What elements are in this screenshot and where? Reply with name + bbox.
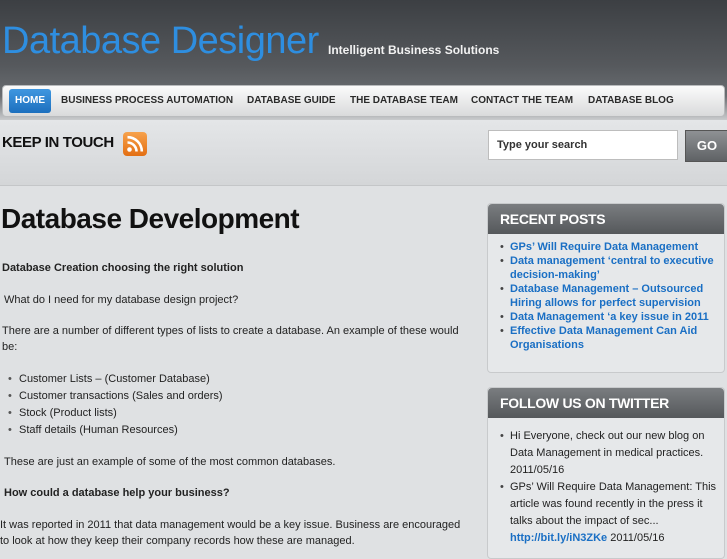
content-intro: There are a number of different types of… [2, 325, 459, 353]
list-item: GPs’ Will Require Data Management [500, 240, 718, 254]
recent-post-link[interactable]: Data Management ‘a key issue in 2011 [510, 311, 709, 323]
tweet-date: 2011/05/16 [610, 532, 665, 544]
search-go-button[interactable]: GO [685, 130, 727, 162]
nav-database-blog[interactable]: DATABASE BLOG [588, 86, 674, 116]
list-item: Effective Data Management Can Aid Organi… [500, 324, 718, 352]
content-subheading: Database Creation choosing the right sol… [2, 262, 244, 274]
recent-post-link[interactable]: GPs’ Will Require Data Management [510, 241, 698, 253]
tweet-text: GPs’ Will Require Data Management: This … [510, 481, 717, 527]
list-item: Data Management ‘a key issue in 2011 [500, 310, 718, 324]
keep-in-touch-label: KEEP IN TOUCH [2, 134, 114, 151]
content-examples-note: These are just an example of some of the… [4, 456, 336, 468]
recent-posts-widget: RECENT POSTS GPs’ Will Require Data Mana… [487, 203, 725, 373]
tweet-text: Hi Everyone, check out our new blog on D… [510, 430, 705, 459]
recent-post-link[interactable]: Effective Data Management Can Aid Organi… [510, 325, 697, 351]
search-input[interactable] [488, 130, 678, 160]
nav-database-guide[interactable]: DATABASE GUIDE [247, 86, 336, 116]
nav-home[interactable]: HOME [9, 89, 51, 113]
nav-the-database-team[interactable]: THE DATABASE TEAM [350, 86, 458, 116]
database-types-list: Customer Lists – (Customer Database) Cus… [8, 371, 223, 439]
recent-posts-list: GPs’ Will Require Data Management Data m… [488, 234, 724, 352]
list-item: Customer Lists – (Customer Database) [8, 371, 223, 388]
list-item: Customer transactions (Sales and orders) [8, 388, 223, 405]
twitter-widget: FOLLOW US ON TWITTER Hi Everyone, check … [487, 387, 725, 559]
nav-business-process-automation[interactable]: BUSINESS PROCESS AUTOMATION [61, 86, 233, 116]
list-item: Database Management – Outsourced Hiring … [500, 282, 718, 310]
tweet-date: 2011/05/16 [510, 464, 565, 476]
list-item: Stock (Product lists) [8, 405, 223, 422]
site-title[interactable]: Database Designer [2, 20, 319, 63]
main-nav: HOME BUSINESS PROCESS AUTOMATION DATABAS… [2, 85, 725, 117]
main-content: Database Development Database Creation c… [0, 195, 480, 547]
list-item: Staff details (Human Resources) [8, 422, 223, 439]
recent-posts-title: RECENT POSTS [488, 204, 724, 234]
page-title: Database Development [1, 203, 300, 234]
tweet-list: Hi Everyone, check out our new blog on D… [488, 418, 724, 547]
twitter-title: FOLLOW US ON TWITTER [488, 388, 724, 418]
recent-post-link[interactable]: Data management ‘central to executive de… [510, 255, 714, 281]
list-item: Data management ‘central to executive de… [500, 254, 718, 282]
tweet: Hi Everyone, check out our new blog on D… [500, 428, 718, 479]
nav-contact-the-team[interactable]: CONTACT THE TEAM [471, 86, 573, 116]
site-tagline: Intelligent Business Solutions [328, 43, 500, 57]
tweet: GPs’ Will Require Data Management: This … [500, 479, 718, 547]
rss-icon[interactable] [123, 132, 147, 156]
content-help-heading: How could a database help your business? [4, 487, 230, 499]
site-header: Database Designer Intelligent Business S… [0, 0, 727, 120]
content-question: What do I need for my database design pr… [4, 294, 239, 306]
tweet-link[interactable]: http://bit.ly/iN3ZKe [510, 532, 607, 544]
recent-post-link[interactable]: Database Management – Outsourced Hiring … [510, 283, 703, 309]
content-report: It was reported in 2011 that data manage… [0, 519, 461, 547]
keep-in-touch-bar: KEEP IN TOUCH GO [0, 120, 727, 186]
